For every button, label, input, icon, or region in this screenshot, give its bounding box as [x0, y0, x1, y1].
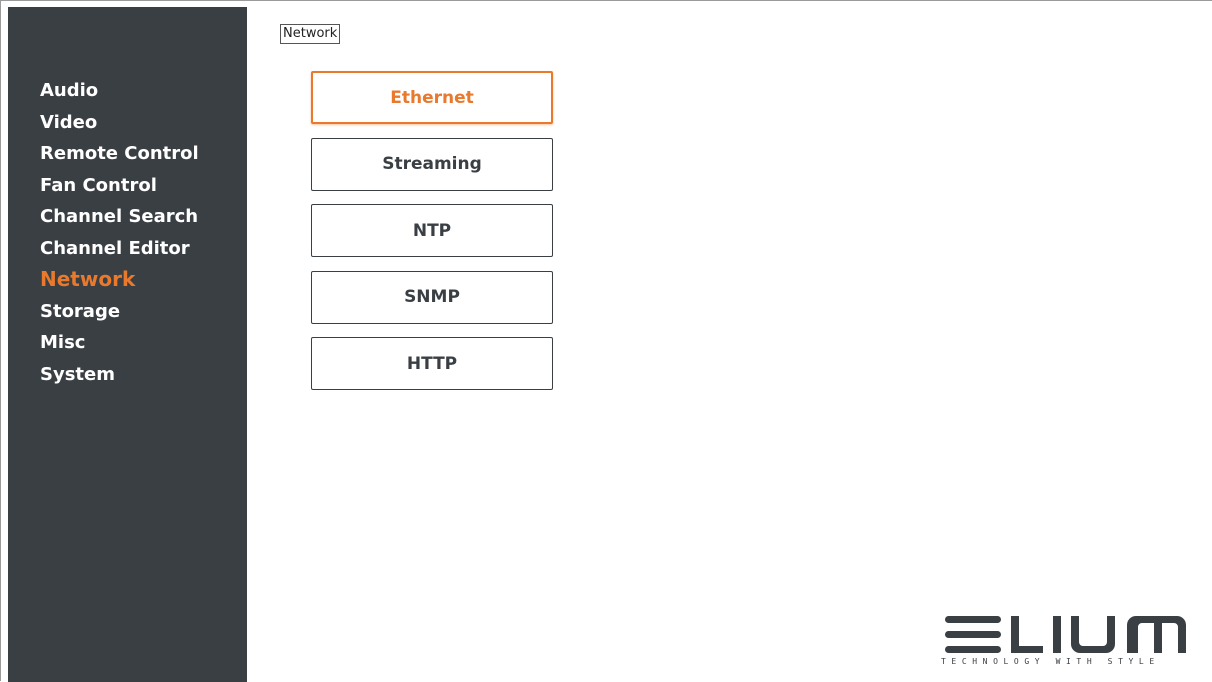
streaming-button[interactable]: Streaming [311, 137, 553, 191]
logo-tagline: TECHNOLOGY WITH STYLE [941, 657, 1160, 666]
sidebar-item-misc[interactable]: Misc [40, 327, 199, 359]
ntp-button[interactable]: NTP [311, 204, 553, 257]
sidebar: Audio Video Remote Control Fan Control C… [8, 7, 247, 682]
elium-logo: TECHNOLOGY WITH STYLE [941, 613, 1191, 673]
sidebar-item-video[interactable]: Video [40, 107, 199, 139]
sidebar-item-channel-search[interactable]: Channel Search [40, 201, 199, 233]
network-subnav: Ethernet Streaming NTP SNMP HTTP [311, 71, 553, 404]
snmp-button[interactable]: SNMP [311, 270, 553, 324]
app-frame: Audio Video Remote Control Fan Control C… [0, 0, 1212, 682]
sidebar-item-remote-control[interactable]: Remote Control [40, 138, 199, 170]
sidebar-item-channel-editor[interactable]: Channel Editor [40, 233, 199, 265]
sidebar-item-storage[interactable]: Storage [40, 296, 199, 328]
sidebar-item-fan-control[interactable]: Fan Control [40, 170, 199, 202]
elium-wordmark [945, 616, 1186, 653]
sidebar-item-system[interactable]: System [40, 359, 199, 391]
sidebar-item-audio[interactable]: Audio [40, 75, 199, 107]
ethernet-button[interactable]: Ethernet [311, 71, 553, 124]
sidebar-nav: Audio Video Remote Control Fan Control C… [40, 75, 199, 390]
breadcrumb: Network [280, 24, 341, 44]
http-button[interactable]: HTTP [311, 337, 553, 390]
sidebar-item-network[interactable]: Network [40, 264, 199, 296]
